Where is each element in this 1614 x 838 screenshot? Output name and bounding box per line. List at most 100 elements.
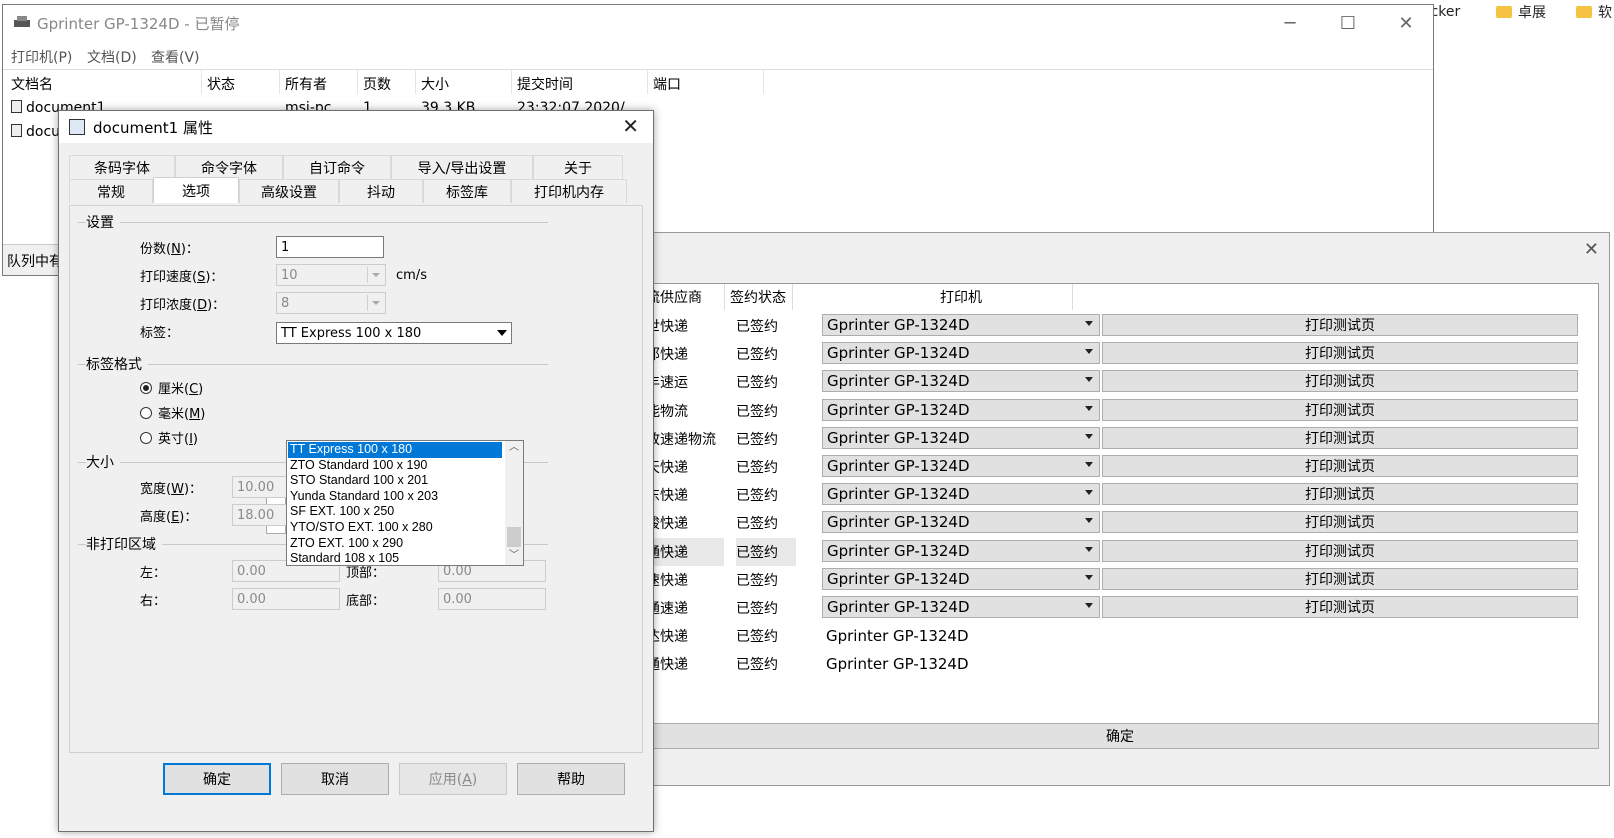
column-header-name[interactable]: 文档名 <box>11 74 53 94</box>
tab-custom-command[interactable]: 自订命令 <box>283 155 391 179</box>
tab-label: 常规 <box>97 184 125 201</box>
column-header-size[interactable]: 大小 <box>421 74 449 94</box>
table-row[interactable]: 顺丰速运 已签约 Gprinter GP-1324D 打印测试页 <box>632 368 1600 396</box>
close-button[interactable]: ✕ <box>1377 5 1435 41</box>
maximize-button[interactable]: ☐ <box>1319 5 1377 41</box>
table-row[interactable]: 品骏快递 已签约 Gprinter GP-1324D 打印测试页 <box>632 509 1600 537</box>
print-test-page-button[interactable]: 打印测试页 <box>1102 398 1578 421</box>
printer-select[interactable]: Gprinter GP-1324D <box>822 455 1100 477</box>
scrollbar-thumb[interactable] <box>507 527 521 547</box>
tab-printer-memory[interactable]: 打印机内存 <box>511 179 627 203</box>
radio-mm-label: 毫米(M) <box>158 407 206 422</box>
print-test-page-button[interactable]: 打印测试页 <box>1102 455 1578 477</box>
column-header-pages[interactable]: 页数 <box>363 74 391 94</box>
menu-view[interactable]: 查看(V) <box>151 47 200 67</box>
tab-dither[interactable]: 抖动 <box>339 179 423 203</box>
printer-select[interactable]: Gprinter GP-1324D <box>822 567 1100 590</box>
dropdown-option[interactable]: Yunda Standard 100 x 203 <box>288 489 502 505</box>
radio-inch[interactable]: 英寸(I) <box>140 428 198 447</box>
table-row[interactable]: 京东快递 已签约 Gprinter GP-1324D 打印测试页 <box>632 481 1600 509</box>
dropdown-option[interactable]: ZTO EXT. 100 x 290 <box>288 536 502 552</box>
dropdown-option[interactable]: Standard 108 x 105 <box>288 551 502 567</box>
printer-value: Gprinter GP-1324D <box>827 569 970 588</box>
dropdown-scrollbar[interactable]: ︿ ﹀ <box>505 441 523 565</box>
tab-command-font[interactable]: 命令字体 <box>175 155 283 179</box>
desktop-item[interactable]: 卓展 <box>1496 2 1546 22</box>
table-row[interactable]: docu <box>11 124 60 140</box>
dropdown-option[interactable]: ZTO Standard 100 x 190 <box>288 458 502 474</box>
tab-barcode-font[interactable]: 条码字体 <box>69 155 175 179</box>
column-header-time[interactable]: 提交时间 <box>517 74 573 94</box>
print-test-page-button[interactable]: 打印测试页 <box>1102 539 1578 562</box>
printer-select[interactable]: Gprinter GP-1324D <box>822 314 1100 336</box>
ok-button[interactable]: 确定 <box>163 763 271 795</box>
tab-advanced[interactable]: 高级设置 <box>239 179 339 203</box>
print-test-page-button[interactable]: 打印测试页 <box>1102 370 1578 393</box>
tab-about[interactable]: 关于 <box>533 155 623 179</box>
help-button[interactable]: 帮助 <box>517 763 625 795</box>
table-row[interactable]: 安能物流 已签约 Gprinter GP-1324D 打印测试页 <box>632 397 1600 425</box>
printer-name: Gprinter GP-1324D <box>826 655 969 674</box>
dropdown-option[interactable]: STO Standard 100 x 201 <box>288 473 502 489</box>
menu-document[interactable]: 文档(D) <box>87 47 137 67</box>
print-test-page-label: 打印测试页 <box>1305 571 1375 588</box>
column-header-status[interactable]: 状态 <box>207 74 235 94</box>
tab-label: 自订命令 <box>309 160 365 177</box>
column-header-owner[interactable]: 所有者 <box>285 74 327 94</box>
close-icon[interactable]: ✕ <box>1584 239 1599 260</box>
desktop-item[interactable]: 软 <box>1576 2 1612 22</box>
apply-button: 应用(A) <box>399 763 507 795</box>
column-header-port[interactable]: 端口 <box>653 74 681 94</box>
ok-button[interactable]: 确定 <box>641 723 1599 749</box>
height-accesskey: E <box>171 510 180 525</box>
cancel-button[interactable]: 取消 <box>281 763 389 795</box>
printer-select[interactable]: Gprinter GP-1324D <box>822 596 1100 618</box>
minimize-icon: ─ <box>1284 12 1296 34</box>
printer-select[interactable]: Gprinter GP-1324D <box>822 370 1100 393</box>
table-row[interactable]: 圆通速递 已签约 Gprinter GP-1324D 打印测试页 <box>632 594 1600 622</box>
printer-select[interactable]: Gprinter GP-1324D <box>822 539 1100 562</box>
print-test-page-button[interactable]: 打印测试页 <box>1102 483 1578 506</box>
contract-status: 已签约 <box>736 488 778 505</box>
table-row[interactable]: 优速快递 已签约 Gprinter GP-1324D 打印测试页 <box>632 566 1600 594</box>
print-test-page-button[interactable]: 打印测试页 <box>1102 342 1578 365</box>
print-test-page-button[interactable]: 打印测试页 <box>1102 596 1578 618</box>
table-row[interactable]: 天天快递 已签约 Gprinter GP-1324D 打印测试页 <box>632 453 1600 481</box>
dropdown-option[interactable]: TT Express 100 x 180 <box>288 442 502 458</box>
table-row[interactable]: 德邦快递 已签约 Gprinter GP-1324D 打印测试页 <box>632 340 1600 368</box>
tab-label-library[interactable]: 标签库 <box>423 179 511 203</box>
minimize-button[interactable]: ─ <box>1261 5 1319 41</box>
print-test-page-button[interactable]: 打印测试页 <box>1102 426 1578 449</box>
table-row[interactable]: 百世快递 已签约 Gprinter GP-1324D 打印测试页 <box>632 312 1600 340</box>
chevron-down-icon[interactable]: ﹀ <box>509 551 519 561</box>
dropdown-option[interactable]: SF EXT. 100 x 250 <box>288 504 502 520</box>
print-test-page-button[interactable]: 打印测试页 <box>1102 314 1578 336</box>
menu-printer[interactable]: 打印机(P) <box>11 47 72 67</box>
table-row[interactable]: 申通快递 已签约 Gprinter GP-1324D 打印测试页 <box>632 537 1600 566</box>
printer-select[interactable]: Gprinter GP-1324D <box>822 398 1100 421</box>
close-icon[interactable]: ✕ <box>622 114 639 138</box>
contract-status: 已签约 <box>736 572 778 589</box>
tab-import-export[interactable]: 导入/导出设置 <box>391 155 533 179</box>
printer-select[interactable]: Gprinter GP-1324D <box>822 342 1100 365</box>
table-row[interactable]: 中通快递 已签约 Gprinter GP-1324D <box>632 650 1600 678</box>
apply-accesskey: A <box>462 772 472 788</box>
chevron-down-icon <box>1085 405 1093 411</box>
table-row[interactable]: 邮政速递物流 已签约 Gprinter GP-1324D 打印测试页 <box>632 425 1600 453</box>
group-margin-label: 非打印区域 <box>86 534 162 554</box>
print-test-page-button[interactable]: 打印测试页 <box>1102 567 1578 590</box>
table-row[interactable]: 韵达快递 已签约 Gprinter GP-1324D <box>632 622 1600 650</box>
radio-mm[interactable]: 毫米(M) <box>140 403 205 422</box>
label-type-select[interactable]: TT Express 100 x 180 <box>276 322 512 344</box>
copies-input[interactable]: 1 <box>276 236 384 258</box>
tab-general[interactable]: 常规 <box>69 179 153 203</box>
printer-select[interactable]: Gprinter GP-1324D <box>822 426 1100 449</box>
print-test-page-button[interactable]: 打印测试页 <box>1102 511 1578 534</box>
printer-select[interactable]: Gprinter GP-1324D <box>822 511 1100 534</box>
tab-options[interactable]: 选项 <box>153 177 239 203</box>
printer-select[interactable]: Gprinter GP-1324D <box>822 483 1100 506</box>
dropdown-option[interactable]: YTO/STO EXT. 100 x 280 <box>288 520 502 536</box>
chevron-up-icon[interactable]: ︿ <box>509 443 519 453</box>
radio-cm[interactable]: 厘米(C) <box>140 378 203 397</box>
radio-inch-label: 英寸(I) <box>158 432 198 447</box>
